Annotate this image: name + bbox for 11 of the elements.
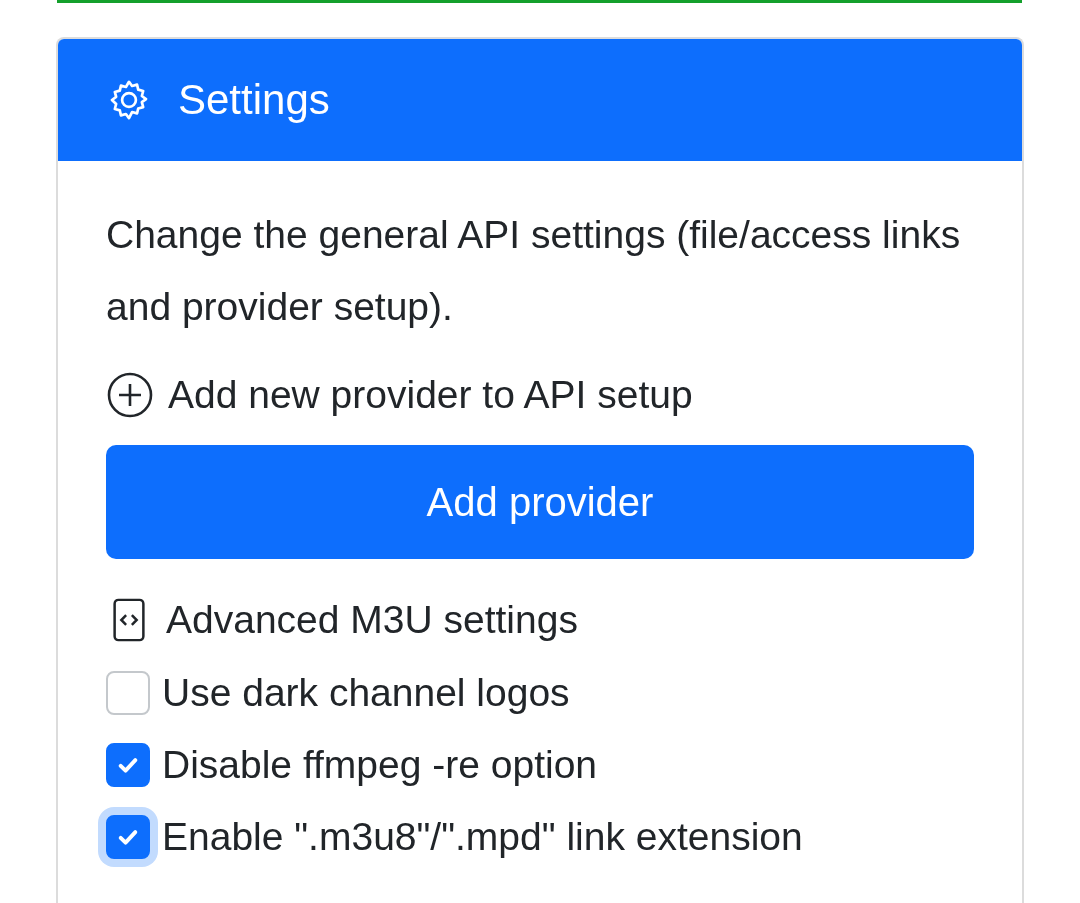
add-provider-label: Add new provider to API setup bbox=[168, 373, 693, 417]
checkbox[interactable] bbox=[106, 743, 150, 787]
checkbox[interactable] bbox=[106, 671, 150, 715]
add-provider-button[interactable]: Add provider bbox=[106, 445, 974, 559]
option-label: Disable ffmpeg -re option bbox=[162, 743, 598, 787]
option-label: Use dark channel logos bbox=[162, 671, 570, 715]
card-title: Settings bbox=[178, 76, 330, 124]
description-text: Change the general API settings (file/access links and provider setup). bbox=[106, 212, 962, 330]
plus-circle-icon bbox=[106, 371, 154, 419]
advanced-settings-label: Advanced M3U settings bbox=[166, 598, 578, 642]
option-label: Enable ".m3u8"/".mpd" link extension bbox=[162, 815, 803, 859]
